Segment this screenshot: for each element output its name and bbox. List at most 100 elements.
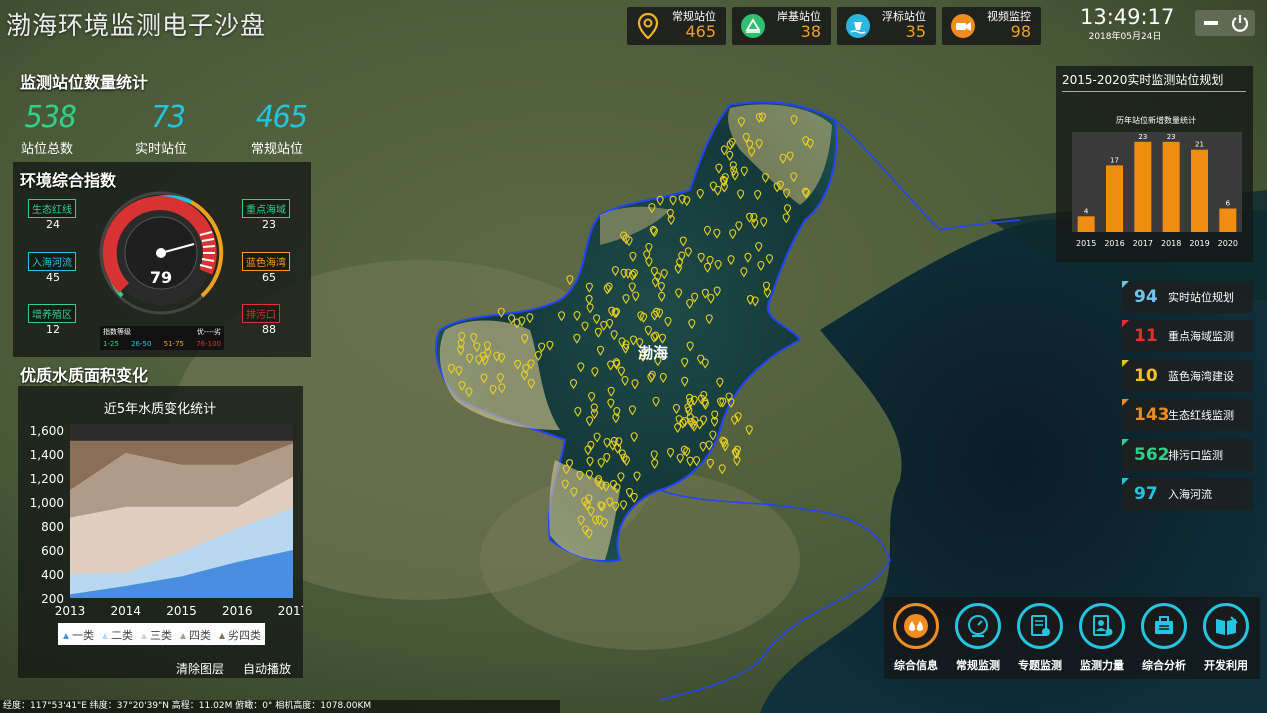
list-item-value: 562: [1134, 445, 1170, 465]
location-pin-icon: [633, 11, 663, 41]
book-pen-icon: [1203, 603, 1249, 649]
tag-key-sea-area[interactable]: 重点海域: [242, 199, 290, 218]
y-tick-label: 800: [41, 520, 64, 534]
legend-level-1: 1-25: [103, 340, 119, 348]
y-tick-label: 1,400: [30, 448, 64, 462]
video-camera-icon: [948, 11, 978, 41]
legend-range: 优----劣: [196, 328, 221, 336]
bar[interactable]: [1077, 216, 1095, 232]
x-tick-label: 2015: [166, 604, 197, 618]
bar-category-label: 2020: [1218, 239, 1238, 248]
y-tick-label: 600: [41, 544, 64, 558]
list-item-value: 10: [1134, 366, 1158, 386]
list-item-label: 实时站位规划: [1168, 291, 1234, 304]
shore-station-icon: [738, 11, 768, 41]
nav-label: 综合信息: [894, 659, 938, 672]
nav-label: 专题监测: [1018, 659, 1062, 672]
list-item-river[interactable]: 97 入海河流: [1122, 478, 1253, 510]
stat-buoy-station[interactable]: 浮标站位 35: [837, 7, 936, 45]
nav-label: 监测力量: [1080, 659, 1124, 672]
tag-eco-redline-value: 24: [46, 218, 60, 231]
x-tick-label: 2014: [110, 604, 141, 618]
nav-comprehensive-info[interactable]: 综合信息: [888, 603, 944, 673]
stat-video-monitor[interactable]: 视频监控 98: [942, 7, 1041, 45]
tag-blue-bay-value: 65: [262, 271, 276, 284]
bar[interactable]: [1219, 208, 1237, 232]
bar[interactable]: [1106, 165, 1123, 232]
realtime-station-count: 73: [151, 100, 186, 135]
tag-aquaculture-value: 12: [46, 323, 60, 336]
regular-station-label: 常规站位: [251, 142, 304, 157]
bar[interactable]: [1162, 141, 1180, 232]
water-quality-area-chart: 近5年水质变化统计 1,600 1,400 1,200 1,000 800 600 400 20…: [30, 401, 303, 645]
stat-value: 38: [800, 22, 821, 42]
stat-regular-station[interactable]: 常规站位 465: [627, 7, 726, 45]
x-tick-label: 2017: [278, 604, 303, 618]
minimize-icon[interactable]: [1204, 21, 1218, 25]
legend-item-4[interactable]: 劣四类: [228, 628, 261, 642]
list-item-key-sea[interactable]: 11 重点海域监测: [1122, 320, 1253, 352]
bar[interactable]: [1191, 149, 1208, 232]
legend-item-2[interactable]: 三类: [150, 628, 172, 642]
tag-sewage-outlet[interactable]: 排污口: [242, 304, 280, 323]
list-item-label: 生态红线监测: [1168, 409, 1234, 422]
corner-marker: [1122, 399, 1129, 406]
tag-eco-redline[interactable]: 生态红线: [28, 199, 76, 218]
corner-marker: [1122, 439, 1129, 446]
tag-blue-bay[interactable]: 蓝色海湾: [242, 252, 290, 271]
bar-chart-title: 历年站位新增数量统计: [1116, 115, 1196, 125]
list-item-sewage[interactable]: 562 排污口监测: [1122, 439, 1253, 471]
stat-shore-station[interactable]: 岸基站位 38: [732, 7, 831, 45]
bar[interactable]: [1134, 141, 1152, 232]
nav-regular-monitor[interactable]: 常规监测: [950, 603, 1006, 673]
nav-special-monitor[interactable]: 专题监测: [1012, 603, 1068, 673]
clock: 13:49:17 2018年05月24日: [1080, 5, 1174, 42]
y-tick-label: 1,600: [30, 424, 64, 438]
chart-legend: 一类 二类 三类 四类 劣四类: [58, 623, 265, 645]
tag-aquaculture[interactable]: 增养殖区: [28, 304, 76, 323]
nav-label: 开发利用: [1204, 659, 1248, 672]
station-count-title: 监测站位数量统计: [20, 73, 149, 92]
y-tick-label: 400: [41, 568, 64, 582]
x-tick-label: 2016: [222, 604, 253, 618]
y-tick-label: 1,000: [30, 496, 64, 510]
nav-monitor-force[interactable]: 监测力量: [1074, 603, 1130, 673]
buoy-icon: [843, 11, 873, 41]
tag-river-inflow[interactable]: 入海河流: [28, 252, 76, 271]
tag-sewage-outlet-value: 88: [262, 323, 276, 336]
plan-title-underline: [1062, 91, 1246, 92]
list-item-blue-bay[interactable]: 10 蓝色海湾建设: [1122, 360, 1253, 392]
nav-comprehensive-analysis[interactable]: 综合分析: [1136, 603, 1192, 673]
list-item-value: 94: [1134, 287, 1158, 307]
list-item-value: 11: [1134, 326, 1158, 346]
legend-item-0[interactable]: 一类: [72, 628, 94, 642]
bar-value-label: 6: [1226, 199, 1231, 207]
list-item-eco-redline[interactable]: 143 生态红线监测: [1122, 399, 1253, 431]
legend-level-4: 76-100: [196, 340, 221, 348]
nav-development[interactable]: 开发利用: [1198, 603, 1254, 673]
legend-level-2: 26-50: [131, 340, 152, 348]
list-item-realtime-plan[interactable]: 94 实时站位规划: [1122, 281, 1253, 313]
person-document-icon: [1079, 603, 1125, 649]
nav-label: 常规监测: [956, 659, 1000, 672]
list-item-label: 排污口监测: [1168, 449, 1223, 462]
list-item-label: 入海河流: [1168, 488, 1212, 501]
bar-value-label: 21: [1195, 141, 1204, 149]
y-tick-label: 1,200: [30, 472, 64, 486]
list-item-label: 蓝色海湾建设: [1168, 370, 1234, 383]
power-icon[interactable]: [1231, 14, 1249, 32]
app-title: 渤海环境监测电子沙盘: [6, 11, 267, 40]
station-plan-bar-chart: 历年站位新增数量统计 4 2015 17 2016 23 2017 23 2018 21 2019 6…: [1072, 115, 1242, 248]
water-drops-icon: [893, 603, 939, 649]
legend-item-3[interactable]: 四类: [189, 628, 211, 642]
x-tick-label: 2013: [55, 604, 86, 618]
list-item-value: 97: [1134, 484, 1158, 504]
legend-item-1[interactable]: 二类: [111, 628, 133, 642]
bar-category-label: 2015: [1076, 239, 1096, 248]
env-index-gauge: 79: [99, 191, 224, 315]
clock-date: 2018年05月24日: [1088, 32, 1162, 42]
clear-layers-button[interactable]: 清除图层: [176, 660, 224, 677]
bar-value-label: 4: [1084, 207, 1089, 215]
corner-marker: [1122, 320, 1129, 327]
autoplay-button[interactable]: 自动播放: [243, 660, 291, 677]
